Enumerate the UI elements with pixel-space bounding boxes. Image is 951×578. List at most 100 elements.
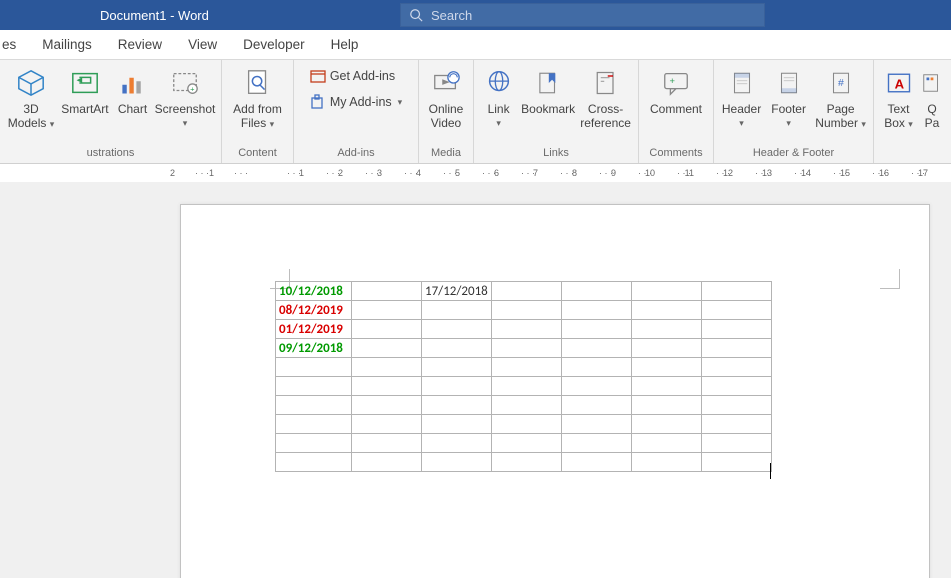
chart-button[interactable]: Chart	[112, 64, 153, 132]
table-cell[interactable]	[422, 396, 492, 415]
table-row[interactable]: 10/12/2018 17/12/2018	[276, 282, 772, 301]
table-cell[interactable]	[276, 396, 352, 415]
table-cell[interactable]	[632, 358, 702, 377]
table-cell[interactable]	[276, 415, 352, 434]
table-cell[interactable]	[632, 339, 702, 358]
table-cell[interactable]	[702, 282, 772, 301]
bookmark-button[interactable]: Bookmark	[519, 64, 577, 132]
table-cell[interactable]	[352, 358, 422, 377]
table-cell[interactable]	[562, 282, 632, 301]
table-cell[interactable]	[632, 377, 702, 396]
tab-developer[interactable]: Developer	[230, 30, 318, 60]
table-row[interactable]	[276, 415, 772, 434]
table-cell[interactable]	[276, 358, 352, 377]
table-cell[interactable]	[702, 434, 772, 453]
table-row[interactable]: 09/12/2018	[276, 339, 772, 358]
table-cell[interactable]	[352, 320, 422, 339]
table-cell[interactable]: 09/12/2018	[276, 339, 352, 358]
tab-partial[interactable]: es	[0, 30, 29, 60]
table-cell[interactable]	[492, 282, 562, 301]
table-row[interactable]	[276, 396, 772, 415]
table-cell[interactable]	[562, 453, 632, 472]
table-row[interactable]: 08/12/2019	[276, 301, 772, 320]
search-box[interactable]: Search	[400, 3, 765, 27]
table-cell[interactable]	[562, 377, 632, 396]
table-cell[interactable]	[422, 377, 492, 396]
page[interactable]: 10/12/2018 17/12/2018 08/12/201901/12/2019…	[180, 204, 930, 578]
horizontal-ruler[interactable]: 2· · ·1· · ·· · · 1· · · 2· · · 3· · · 4…	[0, 164, 951, 182]
table-cell[interactable]	[352, 434, 422, 453]
table-cell[interactable]: 08/12/2019	[276, 301, 352, 320]
table-cell[interactable]: 17/12/2018	[422, 282, 492, 301]
table-cell[interactable]	[492, 320, 562, 339]
table-row[interactable]	[276, 434, 772, 453]
table-cell[interactable]	[702, 301, 772, 320]
my-addins-button[interactable]: My Add-ins ▾	[310, 94, 402, 110]
table-cell[interactable]: 10/12/2018	[276, 282, 352, 301]
table-cell[interactable]	[702, 415, 772, 434]
table-cell[interactable]	[352, 396, 422, 415]
table-cell[interactable]	[276, 377, 352, 396]
tab-view[interactable]: View	[175, 30, 230, 60]
table-cell[interactable]	[632, 453, 702, 472]
get-addins-button[interactable]: Get Add-ins	[310, 68, 402, 84]
table-cell[interactable]	[492, 339, 562, 358]
table-cell[interactable]	[562, 339, 632, 358]
table-cell[interactable]	[702, 453, 772, 472]
tab-help[interactable]: Help	[318, 30, 372, 60]
table-cell[interactable]	[352, 339, 422, 358]
table-cell[interactable]	[632, 396, 702, 415]
comment-button[interactable]: + Comment	[644, 64, 708, 132]
table-row[interactable]	[276, 358, 772, 377]
table-cell[interactable]	[702, 339, 772, 358]
table-cell[interactable]	[352, 301, 422, 320]
header-button[interactable]: Header ▾	[718, 64, 765, 132]
table-cell[interactable]	[422, 434, 492, 453]
table-cell[interactable]	[352, 377, 422, 396]
link-button[interactable]: Link ▾	[478, 64, 519, 132]
screenshot-button[interactable]: + Screenshot ▾	[153, 64, 217, 132]
add-from-files-button[interactable]: Add from Files ▾	[226, 64, 289, 133]
table-row[interactable]	[276, 377, 772, 396]
table-row[interactable]: 01/12/2019	[276, 320, 772, 339]
table-cell[interactable]	[702, 358, 772, 377]
table-cell[interactable]	[562, 301, 632, 320]
table-cell[interactable]	[562, 358, 632, 377]
smartart-button[interactable]: SmartArt	[58, 64, 112, 132]
table-cell[interactable]	[632, 301, 702, 320]
table-cell[interactable]	[562, 396, 632, 415]
table-cell[interactable]	[422, 358, 492, 377]
table-cell[interactable]	[492, 396, 562, 415]
table-cell[interactable]	[422, 320, 492, 339]
table-cell[interactable]	[492, 358, 562, 377]
document-table[interactable]: 10/12/2018 17/12/2018 08/12/201901/12/2019…	[275, 281, 772, 472]
table-cell[interactable]	[422, 415, 492, 434]
table-cell[interactable]	[422, 301, 492, 320]
quick-parts-button[interactable]: Q Pa	[919, 64, 945, 132]
table-cell[interactable]	[352, 453, 422, 472]
3d-models-button[interactable]: 3D Models ▾	[4, 64, 58, 133]
table-cell[interactable]	[492, 453, 562, 472]
table-cell[interactable]	[276, 434, 352, 453]
table-cell[interactable]	[492, 434, 562, 453]
table-cell[interactable]	[422, 453, 492, 472]
table-cell[interactable]	[632, 320, 702, 339]
table-cell[interactable]	[352, 415, 422, 434]
table-cell[interactable]	[422, 339, 492, 358]
table-cell[interactable]	[276, 453, 352, 472]
page-number-button[interactable]: # Page Number ▾	[812, 64, 869, 133]
footer-button[interactable]: Footer ▾	[765, 64, 812, 132]
table-cell[interactable]	[492, 377, 562, 396]
table-cell[interactable]	[702, 396, 772, 415]
table-cell[interactable]	[562, 320, 632, 339]
table-cell[interactable]	[632, 434, 702, 453]
online-video-button[interactable]: Online Video	[423, 64, 469, 132]
table-cell[interactable]: 01/12/2019	[276, 320, 352, 339]
table-cell[interactable]	[562, 415, 632, 434]
tab-review[interactable]: Review	[105, 30, 175, 60]
table-cell[interactable]	[352, 282, 422, 301]
table-cell[interactable]	[492, 415, 562, 434]
table-cell[interactable]	[632, 415, 702, 434]
table-cell[interactable]	[632, 282, 702, 301]
table-cell[interactable]	[492, 301, 562, 320]
